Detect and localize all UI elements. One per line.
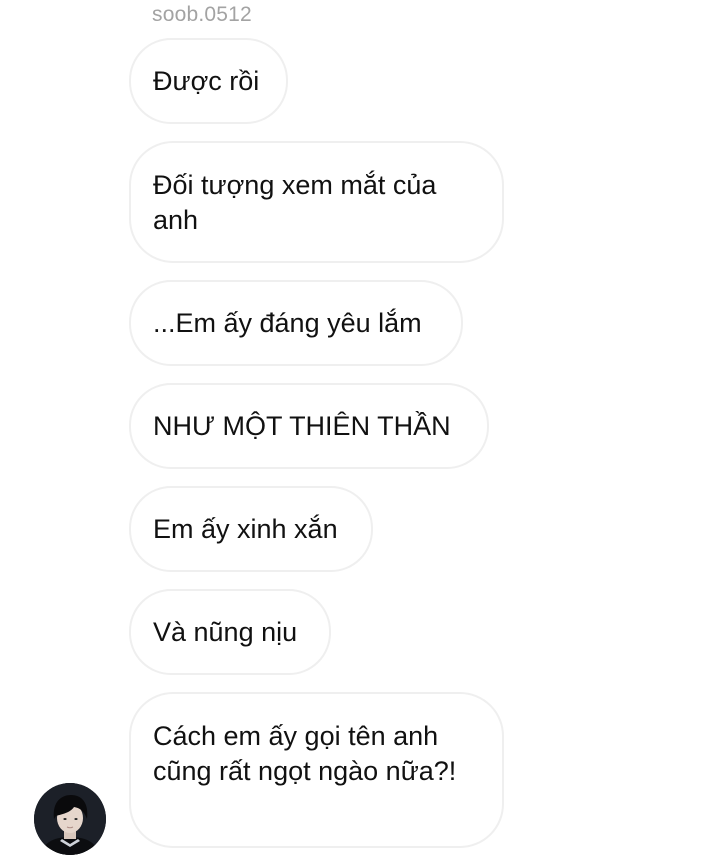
message-bubble[interactable]: Cách em ấy gọi tên anh cũng rất ngọt ngà… [129,692,504,848]
user-avatar-icon [34,783,106,855]
sender-avatar[interactable] [34,783,106,855]
message-text: Và nũng nịu [153,617,298,647]
message-bubble[interactable]: ...Em ấy đáng yêu lắm [129,280,463,366]
message-text: Cách em ấy gọi tên anh cũng rất ngọt ngà… [153,721,457,786]
sender-username[interactable]: soob.0512 [152,3,252,27]
message-bubble[interactable]: Đối tượng xem mắt của anh [129,141,504,263]
message-text: Đối tượng xem mắt của anh [153,170,437,235]
message-bubble[interactable]: NHƯ MỘT THIÊN THẦN [129,383,489,469]
message-bubble[interactable]: Và nũng nịu [129,589,331,675]
message-text: ...Em ấy đáng yêu lắm [153,308,422,338]
message-text: Được rồi [153,66,260,96]
message-text: NHƯ MỘT THIÊN THẦN [153,411,451,441]
message-text: Em ấy xinh xắn [153,514,338,544]
message-bubble[interactable]: Được rồi [129,38,288,124]
message-bubble[interactable]: Em ấy xinh xắn [129,486,373,572]
